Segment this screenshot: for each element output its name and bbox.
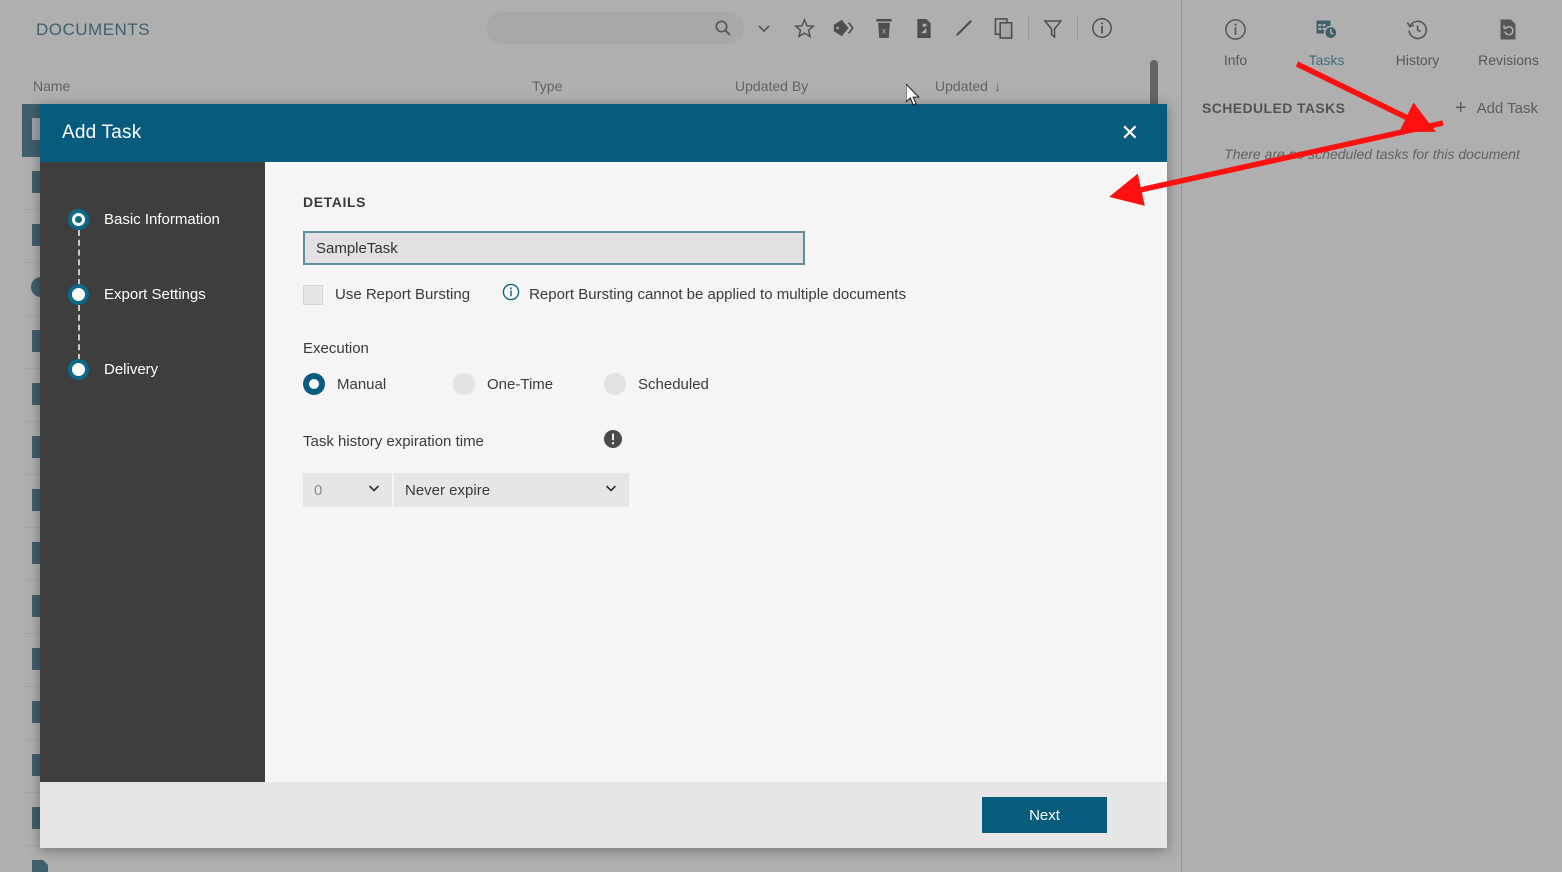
wizard-stepper: Basic Information Export Settings Delive… xyxy=(40,162,265,782)
execution-radio-group: Manual One-Time Scheduled xyxy=(303,373,1167,395)
tab-revisions[interactable]: Revisions xyxy=(1463,12,1554,76)
search-box[interactable] xyxy=(486,12,744,44)
scheduled-tasks-empty-message: There are no scheduled tasks for this do… xyxy=(1224,146,1520,162)
chevron-down-icon[interactable] xyxy=(744,8,784,48)
step-connector xyxy=(77,305,80,360)
tab-info[interactable]: Info xyxy=(1190,12,1281,76)
details-section-title: DETAILS xyxy=(303,194,367,210)
expiration-unit-value: Never expire xyxy=(405,481,491,499)
close-icon[interactable]: ✕ xyxy=(1115,118,1145,148)
filter-icon[interactable] xyxy=(1033,8,1073,48)
side-panel-tabs: Info Tasks History Revisions xyxy=(1182,0,1562,76)
step-delivery-label: Delivery xyxy=(104,361,159,378)
task-history-expiration-label: Task history expiration time xyxy=(303,433,484,450)
chevron-down-icon xyxy=(367,481,381,500)
next-button[interactable]: Next xyxy=(982,797,1107,833)
mouse-cursor xyxy=(905,82,922,113)
tab-history-label: History xyxy=(1395,52,1440,68)
expiration-amount-value: 0 xyxy=(314,481,323,499)
tab-tasks-label: Tasks xyxy=(1308,52,1345,68)
toolbar: x xyxy=(486,6,1122,50)
step-connector xyxy=(77,230,80,285)
info-circle-icon xyxy=(1224,18,1247,46)
use-report-bursting-checkbox[interactable] xyxy=(303,284,323,305)
dialog-body: Basic Information Export Settings Delive… xyxy=(40,162,1167,782)
report-bursting-note-text: Report Bursting cannot be applied to mul… xyxy=(529,286,906,303)
toolbar-divider-1 xyxy=(1028,15,1029,41)
use-report-bursting-label: Use Report Bursting xyxy=(335,286,471,303)
step-delivery[interactable]: Delivery xyxy=(40,359,265,435)
history-clock-icon xyxy=(1406,18,1429,46)
report-bursting-row: Use Report Bursting Report Bursting cann… xyxy=(303,283,1167,306)
step-export-settings-label: Export Settings xyxy=(104,286,206,303)
step-export-settings[interactable]: Export Settings xyxy=(40,284,265,360)
column-header-updated[interactable]: Updated ↓ xyxy=(935,78,1001,94)
column-header-name[interactable]: Name xyxy=(33,78,70,94)
radio-manual[interactable]: Manual xyxy=(303,373,453,395)
step-indicator-active xyxy=(68,209,89,230)
copy-icon[interactable] xyxy=(984,8,1024,48)
step-indicator xyxy=(68,359,89,380)
trash-icon[interactable]: x xyxy=(864,8,904,48)
table-row[interactable] xyxy=(22,846,1152,872)
expiration-controls: 0 Never expire xyxy=(303,473,1167,507)
add-task-label: Add Task xyxy=(1476,99,1538,117)
execution-label: Execution xyxy=(303,340,369,357)
expiration-amount-select[interactable]: 0 xyxy=(303,473,392,507)
info-icon[interactable] xyxy=(1082,8,1122,48)
dialog-header: Add Task ✕ xyxy=(40,104,1167,162)
sort-desc-icon: ↓ xyxy=(993,78,1001,94)
add-task-dialog: Add Task ✕ Basic Information Export Sett… xyxy=(40,104,1167,848)
scheduled-tasks-header: SCHEDULED TASKS + Add Task xyxy=(1182,76,1562,118)
radio-one-time[interactable]: One-Time xyxy=(453,373,604,395)
radio-manual-label: Manual xyxy=(337,375,387,393)
chevron-down-icon xyxy=(604,481,618,500)
screen: DOCUMENTS x Name Type Updated By Updated… xyxy=(0,0,1562,872)
tab-tasks[interactable]: Tasks xyxy=(1281,12,1372,76)
column-header-updated-by[interactable]: Updated By xyxy=(735,78,808,94)
step-basic-information[interactable]: Basic Information xyxy=(40,209,265,285)
task-name-input[interactable] xyxy=(303,231,805,265)
exclamation-circle-icon[interactable] xyxy=(603,429,623,454)
revisions-icon xyxy=(1497,18,1520,46)
step-indicator xyxy=(68,284,89,305)
svg-text:x: x xyxy=(882,25,887,35)
add-task-button[interactable]: + Add Task xyxy=(1455,98,1538,118)
column-header-type[interactable]: Type xyxy=(532,78,562,94)
radio-manual-indicator xyxy=(303,373,325,395)
star-icon[interactable] xyxy=(784,8,824,48)
scheduled-tasks-title: SCHEDULED TASKS xyxy=(1202,100,1346,116)
info-circle-icon xyxy=(502,283,520,306)
dialog-title: Add Task xyxy=(62,122,142,143)
search-input[interactable] xyxy=(486,13,716,43)
radio-scheduled-label: Scheduled xyxy=(638,375,709,393)
report-bursting-note: Report Bursting cannot be applied to mul… xyxy=(502,283,906,306)
dialog-content: DETAILS Use Report Bursting Report Burst… xyxy=(265,162,1167,782)
file-export-icon[interactable] xyxy=(904,8,944,48)
task-history-expiration-row: Task history expiration time xyxy=(303,429,1167,454)
radio-one-time-indicator xyxy=(453,373,475,395)
tag-icon[interactable] xyxy=(824,8,864,48)
expiration-unit-select[interactable]: Never expire xyxy=(394,473,629,507)
dialog-footer: Next xyxy=(40,782,1167,848)
document-icon xyxy=(30,859,52,872)
tab-history[interactable]: History xyxy=(1372,12,1463,76)
tab-revisions-label: Revisions xyxy=(1478,52,1539,68)
tab-info-label: Info xyxy=(1223,52,1248,68)
details-side-panel: Info Tasks History Revisions SCHEDULED T… xyxy=(1182,0,1562,872)
radio-scheduled-indicator xyxy=(604,373,626,395)
radio-one-time-label: One-Time xyxy=(487,375,554,393)
search-icon[interactable] xyxy=(714,19,732,42)
pencil-icon[interactable] xyxy=(944,8,984,48)
plus-icon: + xyxy=(1454,97,1467,119)
toolbar-divider-2 xyxy=(1077,15,1078,41)
step-basic-information-label: Basic Information xyxy=(104,211,220,228)
page-title: DOCUMENTS xyxy=(36,20,151,39)
radio-scheduled[interactable]: Scheduled xyxy=(604,373,709,395)
tasks-clock-icon xyxy=(1315,18,1338,46)
column-header-updated-label: Updated xyxy=(935,78,988,94)
